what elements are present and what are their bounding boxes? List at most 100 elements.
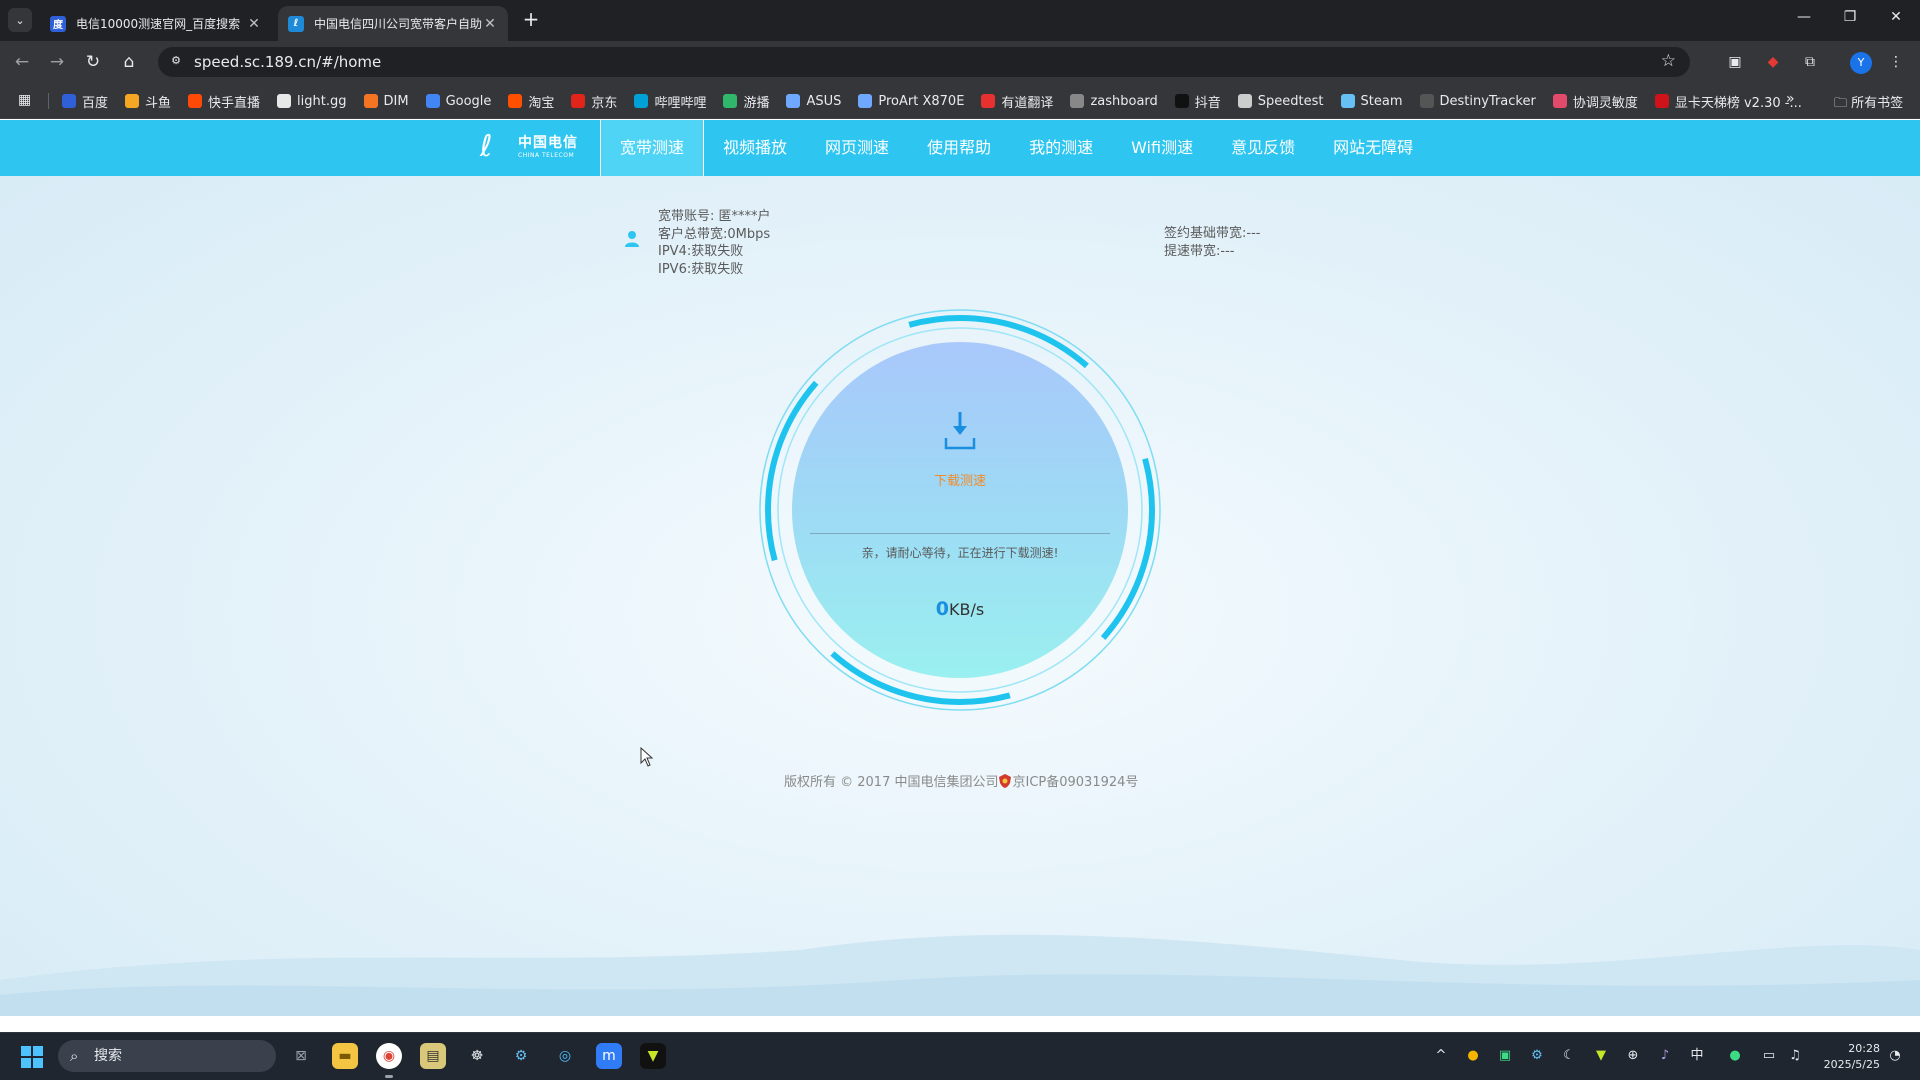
tray-globe-icon[interactable]: ⊕ [1624, 1047, 1642, 1065]
bookmark-item[interactable]: light.gg [277, 94, 347, 109]
bookmark-item[interactable]: zashboard [1070, 93, 1158, 109]
home-icon[interactable]: ⌂ [118, 51, 140, 73]
icp-link[interactable]: 京ICP备09031924号 [1012, 775, 1138, 790]
zashboard-icon [1070, 94, 1085, 108]
game-launcher-icon[interactable]: ☸ [464, 1043, 490, 1069]
bookmarks-bar: ▦ 百度 斗鱼 快手直播 light.gg DIM Google 淘宝 京东 哔哩哔哩 游播 ASU… [0, 83, 1920, 119]
taskbar-search-box[interactable]: ⌕ 搜索 [58, 1040, 276, 1072]
chat-app-icon[interactable]: m [596, 1043, 622, 1069]
total-bandwidth: 客户总带宽:0Mbps [658, 226, 771, 242]
nav-feedback[interactable]: 意见反馈 [1212, 120, 1314, 176]
url-text[interactable]: speed.sc.189.cn/#/home [194, 53, 381, 71]
extension-badge-icon[interactable]: ◆ [1763, 52, 1783, 72]
bookmark-label: zashboard [1090, 93, 1158, 109]
browser-toolbar: ← → ↻ ⌂ ⚙ speed.sc.189.cn/#/home ☆ ▣ ◆ ⧉… [0, 41, 1920, 83]
kuaishou-icon [188, 94, 203, 108]
bookmark-label: 快手直播 [208, 95, 261, 111]
picture-in-picture-icon[interactable]: ▣ [1725, 52, 1745, 72]
browser-menu-icon[interactable]: ⋮ [1886, 52, 1906, 72]
gpu-ladder-icon [1654, 94, 1669, 108]
task-view-icon[interactable]: ⊠ [288, 1043, 314, 1069]
bookmark-item[interactable]: 快手直播 [188, 92, 260, 111]
bookmark-item[interactable]: DIM [363, 94, 409, 109]
sync-app-icon[interactable]: ◎ [552, 1043, 578, 1069]
profile-avatar[interactable]: Y [1850, 52, 1872, 74]
tray-volume-icon[interactable]: ♫ [1786, 1047, 1804, 1065]
taobao-icon [508, 94, 523, 108]
tray-steam-icon[interactable]: ⚙ [1528, 1047, 1546, 1065]
china-telecom-logo[interactable]: ℓ 中国电信 CHINA TELECOM [480, 130, 600, 166]
nav-broadband-speedtest[interactable]: 宽带测速 [600, 120, 705, 176]
bookmark-item[interactable]: 淘宝 [508, 92, 554, 111]
more-bookmarks-chevron-icon[interactable]: » [1786, 91, 1795, 107]
tab-search-chevron-icon[interactable]: ⌄ [8, 8, 32, 32]
minimize-icon[interactable]: — [1794, 9, 1814, 25]
bookmark-item[interactable]: DestinyTracker [1419, 94, 1536, 109]
bookmark-item[interactable]: 有道翻译 [981, 92, 1053, 111]
nav-video-playback[interactable]: 视频播放 [704, 120, 806, 176]
ipv6-status: IPV6:获取失败 [658, 261, 744, 277]
browser-tab-baidu[interactable]: 度 电信10000测速官网_百度搜索 ✕ [40, 6, 272, 41]
bookmark-item[interactable]: 斗鱼 [125, 92, 171, 111]
tab-close-icon[interactable]: ✕ [482, 16, 498, 32]
bookmark-item[interactable]: 哔哩哔哩 [634, 92, 706, 111]
site-navbar: ℓ 中国电信 CHINA TELECOM 宽带测速 视频播放 网页测速 使用帮助… [0, 120, 1920, 176]
chrome-running-indicator [385, 1075, 393, 1078]
windows-taskbar: ⌕ 搜索 ⊠ ▬ ◉ ▤ ☸ ⚙ ◎ m ▼ ^ ● ▣ ⚙ ☾ ▼ ⊕ ♪ 中… [0, 1032, 1920, 1080]
tray-nvidia-icon[interactable]: ▣ [1496, 1047, 1514, 1065]
tray-moon-icon[interactable]: ☾ [1560, 1047, 1578, 1065]
site-info-icon[interactable]: ⚙ [168, 54, 184, 70]
bookmark-item[interactable]: Google [425, 94, 491, 109]
bookmark-star-icon[interactable]: ☆ [1661, 51, 1676, 71]
close-window-icon[interactable]: ✕ [1886, 9, 1906, 25]
bookmark-item[interactable]: ProArt X870E [858, 94, 964, 109]
bookmark-label: 显卡天梯榜 v2.30 -... [1674, 95, 1802, 111]
file-explorer-icon[interactable]: ▬ [332, 1043, 358, 1069]
bookmark-item[interactable]: 游播 [723, 92, 769, 111]
broadband-account: 宽带账号: 匿****户 [658, 209, 771, 224]
tray-wechat-icon[interactable]: ● [1726, 1047, 1744, 1065]
reload-icon[interactable]: ↻ [82, 51, 104, 73]
notification-bell-icon[interactable]: ◔ [1886, 1047, 1904, 1065]
tray-vpn-icon[interactable]: ▼ [1592, 1047, 1610, 1065]
tray-network-icon[interactable]: ▭ [1760, 1047, 1778, 1065]
site-nav-items: 宽带测速 视频播放 网页测速 使用帮助 我的测速 Wifi测速 意见反馈 网站无… [600, 120, 1432, 176]
speedtest-page: ℓ 中国电信 CHINA TELECOM 宽带测速 视频播放 网页测速 使用帮助… [0, 120, 1920, 1016]
taskbar-clock[interactable]: 20:28 2025/5/25 [1810, 1041, 1880, 1073]
input-method-indicator[interactable]: 中 [1688, 1047, 1706, 1065]
extensions-puzzle-icon[interactable]: ⧉ [1800, 52, 1820, 72]
bookmark-item[interactable]: 百度 [62, 92, 108, 111]
tray-overflow-chevron-icon[interactable]: ^ [1432, 1047, 1450, 1065]
nav-accessibility[interactable]: 网站无障碍 [1314, 120, 1432, 176]
nav-wifi-speedtest[interactable]: Wifi测速 [1112, 120, 1212, 176]
bookmark-item[interactable]: 抖音 [1174, 92, 1221, 111]
bookmark-item[interactable]: 京东 [571, 92, 617, 111]
tab-close-icon[interactable]: ✕ [246, 16, 262, 32]
forward-arrow-icon[interactable]: → [46, 51, 68, 73]
back-arrow-icon[interactable]: ← [11, 51, 33, 73]
new-tab-plus-icon[interactable]: + [520, 9, 542, 31]
steam-icon[interactable]: ⚙ [508, 1043, 534, 1069]
bookmark-item[interactable]: 协调灵敏度 [1552, 92, 1638, 111]
all-bookmarks-folder[interactable]: 🗀 所有书签 [1834, 92, 1903, 116]
bookmark-item[interactable]: Speedtest [1237, 94, 1324, 109]
nav-help[interactable]: 使用帮助 [908, 120, 1010, 176]
address-bar[interactable]: ⚙ speed.sc.189.cn/#/home ☆ [158, 47, 1690, 77]
bookmarks-separator [48, 93, 49, 109]
restore-icon[interactable]: ❐ [1840, 9, 1860, 25]
tray-app-icon[interactable]: ● [1464, 1047, 1482, 1065]
tray-microphone-icon[interactable]: ♪ [1656, 1047, 1674, 1065]
bookmark-label: 游播 [743, 95, 770, 111]
notes-app-icon[interactable]: ▤ [420, 1043, 446, 1069]
bookmark-item[interactable]: ASUS [786, 94, 841, 109]
nav-webpage-speedtest[interactable]: 网页测速 [806, 120, 908, 176]
apps-grid-icon[interactable]: ▦ [18, 92, 31, 108]
chrome-icon[interactable]: ◉ [376, 1043, 402, 1069]
windows-start-icon[interactable] [20, 1045, 44, 1069]
browser-tab-telecom[interactable]: ℓ 中国电信四川公司宽带客户自助 ✕ [278, 6, 508, 41]
nav-my-speedtests[interactable]: 我的测速 [1010, 120, 1112, 176]
asus-icon [858, 94, 873, 108]
bookmark-item[interactable]: Steam [1340, 94, 1403, 109]
vpn-app-icon[interactable]: ▼ [640, 1043, 666, 1069]
bookmark-item[interactable]: 显卡天梯榜 v2.30 -... [1654, 92, 1802, 111]
